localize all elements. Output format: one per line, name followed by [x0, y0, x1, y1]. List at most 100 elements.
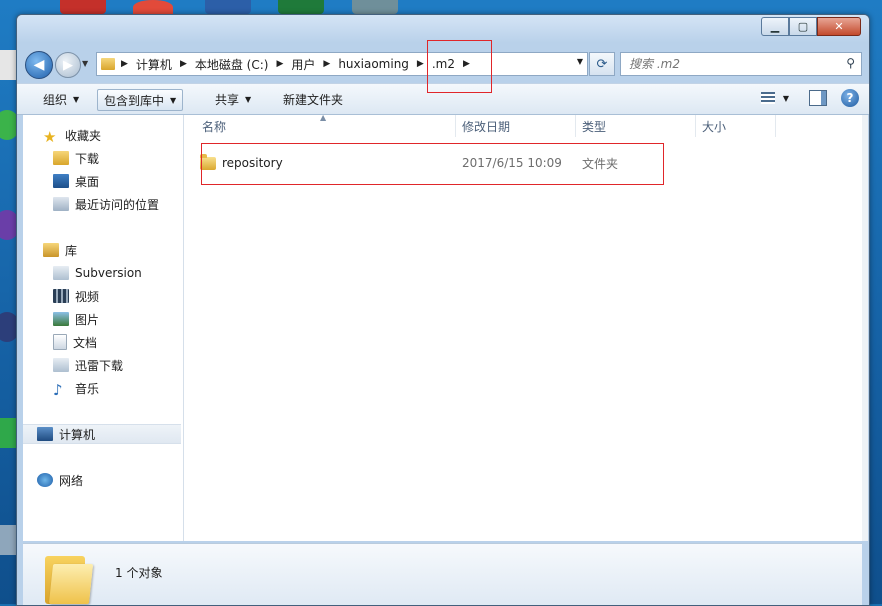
navigation-pane: ★ 收藏夹 下载 桌面 最近访问的位置 库 Subversion 视频 图片 文…: [23, 115, 184, 541]
details-pane: 1 个对象: [23, 543, 862, 605]
preview-pane-icon[interactable]: [809, 90, 827, 106]
minimize-icon[interactable]: ▁: [761, 17, 789, 36]
column-header-label: 类型: [582, 119, 607, 134]
sidebar-label: 迅雷下载: [75, 358, 124, 373]
organize-button[interactable]: 组织 ▼: [37, 89, 85, 109]
sidebar-label: 音乐: [75, 381, 100, 396]
video-library-icon: [53, 289, 69, 303]
explorer-window: ▁ ▢ ✕ ◀ ▶ ▼ ▶ 计算机 ▶ 本地磁盘 (C:) ▶ 用户 ▶ hux…: [16, 14, 870, 606]
desktop-icon-top-1[interactable]: [60, 0, 106, 14]
excel-icon[interactable]: [278, 0, 324, 14]
recent-pages-chevron-icon[interactable]: ▼: [82, 59, 88, 68]
sidebar-label: Subversion: [75, 266, 142, 280]
include-in-library-button[interactable]: 包含到库中 ▼: [97, 89, 184, 111]
sidebar-label: 桌面: [75, 174, 100, 189]
breadcrumb: ▶ 计算机 ▶ 本地磁盘 (C:) ▶ 用户 ▶ huxiaoming ▶ .m…: [121, 56, 478, 73]
breadcrumb-chevron-icon[interactable]: ▶: [180, 59, 187, 69]
sidebar-item-pictures[interactable]: 图片: [53, 309, 183, 329]
include-in-library-label: 包含到库中: [104, 93, 165, 108]
chevron-down-icon: ▼: [782, 93, 789, 103]
sidebar-item-downloads[interactable]: 下载: [53, 148, 183, 168]
xunlei-library-icon: [53, 358, 69, 372]
column-header-label: 名称: [202, 119, 227, 134]
star-icon: ★: [43, 128, 57, 146]
sidebar-label: 视频: [75, 289, 100, 304]
column-header-modified[interactable]: 修改日期: [456, 115, 576, 137]
breadcrumb-chevron-icon[interactable]: ▶: [417, 59, 424, 69]
highlight-box-file-row: [201, 143, 664, 185]
sidebar-label: 最近访问的位置: [75, 197, 160, 212]
address-bar[interactable]: ▶ 计算机 ▶ 本地磁盘 (C:) ▶ 用户 ▶ huxiaoming ▶ .m…: [96, 52, 588, 76]
maximize-icon[interactable]: ▢: [789, 17, 817, 36]
subversion-library-icon: [53, 266, 69, 280]
organize-label: 组织: [43, 92, 68, 107]
sidebar-item-network[interactable]: 网络: [37, 470, 183, 490]
highlight-box-address: [427, 40, 492, 93]
breadcrumb-users[interactable]: 用户: [291, 56, 315, 73]
document-library-icon: [53, 334, 67, 350]
help-icon[interactable]: ?: [841, 89, 859, 107]
refresh-icon[interactable]: ⟳: [589, 52, 615, 76]
search-box[interactable]: ⚲: [620, 52, 862, 76]
breadcrumb-chevron-icon[interactable]: ▶: [323, 59, 330, 69]
forward-arrow-icon[interactable]: ▶: [55, 52, 81, 78]
address-dropdown-icon[interactable]: ▼: [577, 57, 583, 66]
computer-icon: [37, 427, 53, 441]
column-header-type[interactable]: 类型: [576, 115, 696, 137]
breadcrumb-chevron-icon[interactable]: ▶: [276, 59, 283, 69]
back-arrow-icon[interactable]: ◀: [25, 51, 53, 79]
desktop-icon-top-2[interactable]: [133, 0, 173, 14]
share-label: 共享: [215, 92, 240, 107]
desktop-icon: [53, 174, 69, 188]
sidebar-label: 网络: [59, 473, 84, 488]
close-icon[interactable]: ✕: [817, 17, 861, 36]
sidebar-label: 文档: [73, 335, 98, 350]
sidebar-item-xunlei-downloads[interactable]: 迅雷下载: [53, 355, 183, 375]
library-icon: [43, 243, 59, 257]
picture-library-icon: [53, 312, 69, 326]
sidebar-item-subversion[interactable]: Subversion: [53, 263, 183, 283]
sidebar-label: 计算机: [59, 427, 96, 442]
desktop-icon-top-3[interactable]: [205, 0, 251, 14]
sidebar-item-music[interactable]: ♪ 音乐: [53, 378, 183, 399]
breadcrumb-local-disk[interactable]: 本地磁盘 (C:): [195, 56, 269, 73]
breadcrumb-user[interactable]: huxiaoming: [338, 57, 409, 71]
sidebar-item-desktop[interactable]: 桌面: [53, 171, 183, 191]
vertical-scrollbar[interactable]: [862, 115, 868, 541]
breadcrumb-computer[interactable]: 计算机: [136, 56, 172, 73]
breadcrumb-chevron-icon[interactable]: ▶: [121, 59, 128, 69]
folder-icon: [101, 58, 115, 70]
sidebar-item-recent[interactable]: 最近访问的位置: [53, 194, 183, 214]
sidebar-label: 库: [65, 243, 78, 258]
sidebar-label: 收藏夹: [65, 128, 102, 143]
music-note-icon: ♪: [53, 381, 63, 399]
downloads-folder-icon: [53, 151, 69, 165]
sidebar-item-libraries[interactable]: 库: [43, 240, 183, 260]
new-folder-button[interactable]: 新建文件夹: [277, 89, 349, 109]
desktop-icon-top-5[interactable]: [352, 0, 398, 14]
network-globe-icon: [37, 473, 53, 487]
sidebar-item-computer[interactable]: 计算机: [23, 424, 181, 444]
sidebar-item-videos[interactable]: 视频: [53, 286, 183, 306]
sidebar-item-documents[interactable]: 文档: [53, 332, 183, 352]
column-header-size[interactable]: 大小: [696, 115, 776, 137]
column-header-label: 大小: [702, 119, 727, 134]
column-header-label: 修改日期: [462, 119, 511, 134]
view-icon: [760, 92, 775, 104]
sidebar-label: 下载: [75, 151, 100, 166]
search-input[interactable]: [627, 56, 831, 72]
recent-places-icon: [53, 197, 69, 211]
chevron-down-icon: ▼: [73, 94, 80, 104]
change-view-button[interactable]: ▼: [760, 92, 789, 104]
large-folder-icon: [45, 552, 94, 604]
new-folder-label: 新建文件夹: [283, 92, 344, 107]
chevron-down-icon: ▼: [170, 95, 177, 105]
sidebar-label: 图片: [75, 312, 100, 327]
chevron-down-icon: ▼: [245, 94, 252, 104]
item-count: 1 个对象: [115, 566, 163, 580]
title-bar[interactable]: ▁ ▢ ✕: [17, 15, 869, 43]
sidebar-item-favorites[interactable]: ★ 收藏夹: [43, 125, 183, 146]
column-header-name[interactable]: 名称: [196, 115, 456, 137]
share-button[interactable]: 共享 ▼: [209, 89, 257, 109]
search-icon[interactable]: ⚲: [846, 56, 855, 70]
